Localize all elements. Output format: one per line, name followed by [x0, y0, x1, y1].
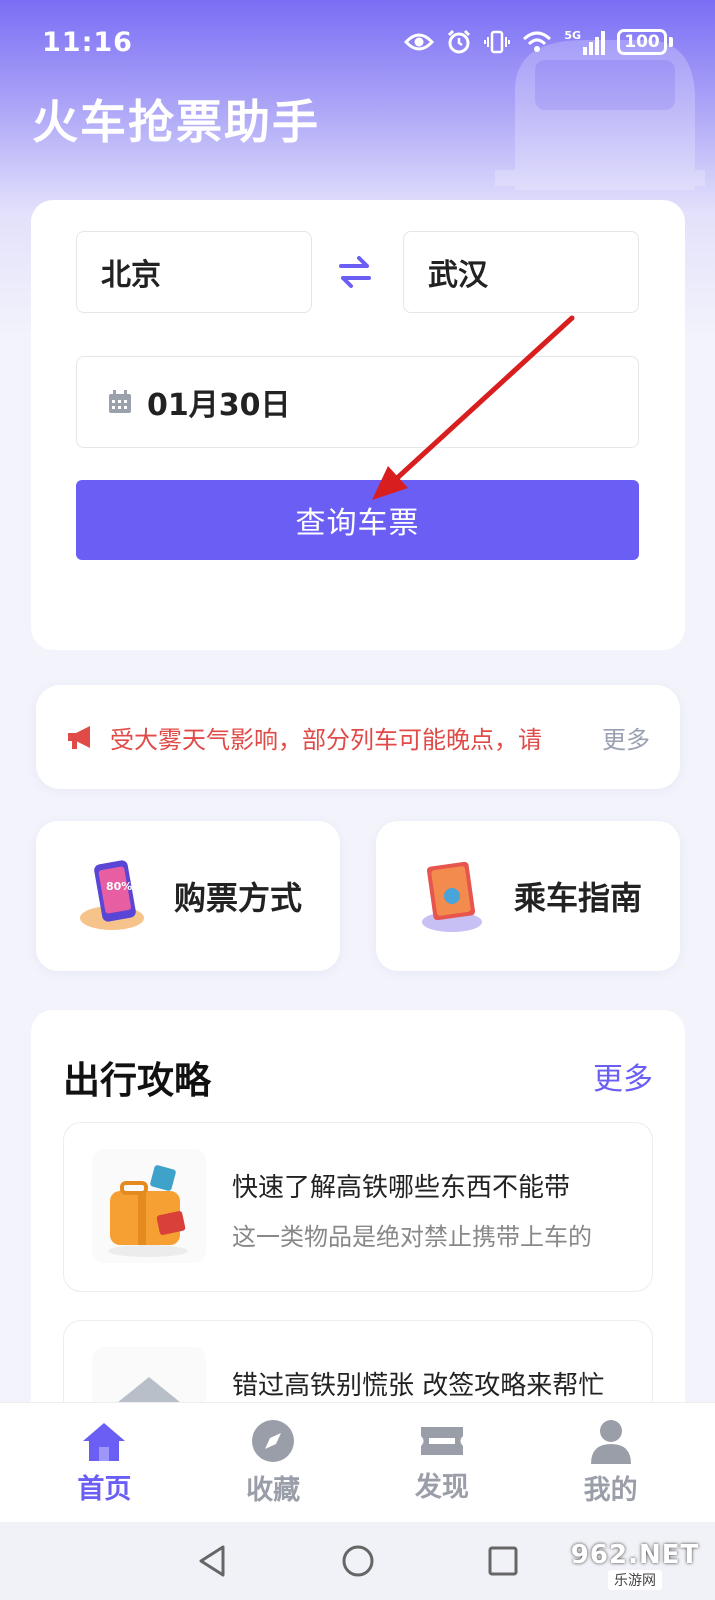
back-icon[interactable] — [197, 1544, 229, 1578]
vibrate-icon — [484, 30, 511, 54]
date-value: 01月30日 — [147, 388, 291, 423]
recents-icon[interactable] — [487, 1545, 519, 1577]
nav-discover[interactable]: 发现 — [387, 1421, 497, 1504]
article-title: 错过高铁别慌张 改签攻略来帮忙 — [232, 1371, 605, 1401]
purchase-method-label: 购票方式 — [174, 879, 303, 917]
notice-bar[interactable]: 受大雾天气影响，部分列车可能晚点，请 更多 — [36, 685, 680, 789]
notice-text: 受大雾天气影响，部分列车可能晚点，请 — [110, 725, 542, 754]
search-card: 北京 武汉 01月30日 查询车票 — [31, 200, 685, 650]
swap-cities-button[interactable] — [335, 254, 375, 290]
ticket-icon — [420, 1427, 463, 1455]
article-image-icon — [112, 1377, 186, 1407]
travel-guide-card[interactable]: 乘车指南 — [376, 821, 680, 971]
article-thumbnail — [92, 1347, 206, 1410]
battery-icon: 100 — [617, 29, 673, 55]
nav-profile[interactable]: 我的 — [556, 1418, 666, 1507]
article-card[interactable]: 错过高铁别慌张 改签攻略来帮忙 — [63, 1320, 653, 1410]
calendar-icon — [109, 390, 131, 413]
person-icon — [590, 1420, 631, 1464]
date-field[interactable]: 01月30日 — [76, 356, 639, 448]
section-title: 出行攻略 — [63, 1059, 211, 1102]
section-more-link[interactable]: 更多 — [593, 1054, 653, 1098]
query-tickets-button[interactable]: 查询车票 — [76, 480, 639, 560]
from-city-field[interactable]: 北京 — [76, 231, 312, 313]
compass-icon — [252, 1420, 295, 1462]
nav-discover-label: 发现 — [414, 1472, 469, 1503]
suitcase-icon — [108, 1165, 188, 1257]
eye-icon — [404, 33, 435, 51]
nav-favorites-label: 收藏 — [246, 1475, 301, 1506]
article-title: 快速了解高铁哪些东西不能带 — [232, 1173, 571, 1203]
nav-home-label: 首页 — [77, 1474, 132, 1505]
article-card[interactable]: 快速了解高铁哪些东西不能带 这一类物品是绝对禁止携带上车的 — [63, 1122, 653, 1292]
home-icon — [83, 1423, 126, 1461]
article-thumbnail — [92, 1149, 206, 1263]
bottom-navigation: 首页 收藏 发现 我的 — [0, 1402, 715, 1522]
to-city-field[interactable]: 武汉 — [403, 231, 639, 313]
purchase-method-card[interactable]: 80% 购票方式 — [36, 821, 340, 971]
watermark-logo: 962.NET 乐游网 — [570, 1540, 700, 1590]
article-subtitle: 这一类物品是绝对禁止携带上车的 — [232, 1223, 592, 1251]
notice-more-link[interactable]: 更多 — [602, 720, 650, 755]
wifi-icon — [523, 31, 552, 52]
travel-strategy-section: 出行攻略 更多 快速了解高铁哪些东西不能带 这一类物品是绝对禁止携带上车的 错过… — [31, 1010, 685, 1410]
nav-profile-label: 我的 — [583, 1475, 638, 1506]
status-bar: 11:16 5G 100 — [0, 0, 715, 84]
phone-ticket-icon: 80% — [80, 860, 144, 930]
status-icons: 5G 100 — [404, 29, 673, 55]
status-time: 11:16 — [42, 26, 133, 58]
svg-text:80%: 80% — [106, 880, 132, 893]
home-circle-icon[interactable] — [341, 1544, 375, 1578]
app-title: 火车抢票助手 — [32, 95, 320, 149]
network-type: 5G — [564, 30, 605, 55]
alarm-icon — [448, 29, 471, 54]
travel-guide-book-icon — [422, 861, 482, 932]
megaphone-icon — [68, 726, 90, 749]
swap-icon — [339, 256, 371, 288]
nav-home[interactable]: 首页 — [49, 1419, 159, 1506]
signal-icon — [583, 30, 605, 55]
nav-favorites[interactable]: 收藏 — [218, 1418, 328, 1507]
travel-guide-label: 乘车指南 — [514, 879, 643, 917]
